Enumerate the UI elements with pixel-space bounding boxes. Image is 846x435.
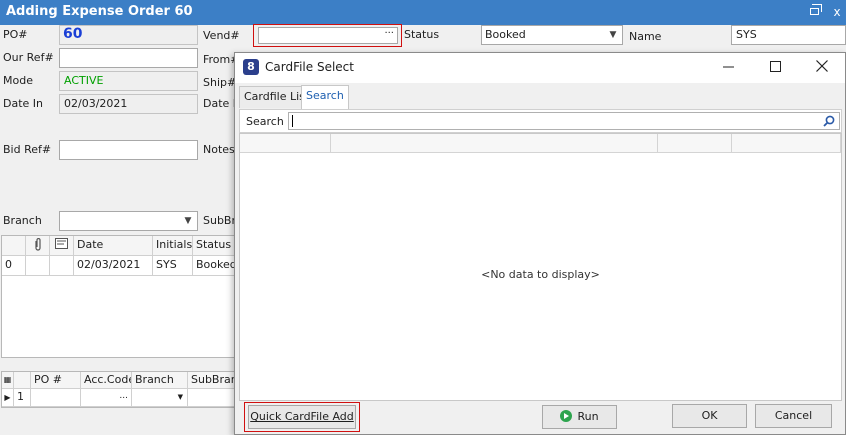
po-label: PO# <box>3 28 28 41</box>
run-button[interactable]: Run <box>542 405 617 429</box>
chevron-down-icon[interactable]: ▼ <box>178 393 183 401</box>
lines-grid: ▦ PO # Acc.Code Branch SubBranc ▶ 1 ... … <box>1 371 238 408</box>
our-ref-label: Our Ref# <box>3 51 54 64</box>
table-row-index[interactable]: 0 <box>2 256 26 276</box>
expand-icon[interactable]: ▦ <box>2 372 14 389</box>
no-data-message: <No data to display> <box>481 268 600 281</box>
table-cell-acc-code[interactable]: ... <box>81 389 132 407</box>
notes-icon <box>50 236 74 256</box>
table-cell-status[interactable]: Booked <box>193 256 237 276</box>
grid-header-acc-code[interactable]: Acc.Code <box>81 372 132 389</box>
notes-label: Notes <box>203 143 235 156</box>
app-icon: 8 <box>243 59 259 75</box>
tab-search[interactable]: Search <box>301 85 349 109</box>
maximize-icon[interactable] <box>765 58 785 78</box>
our-ref-input[interactable] <box>59 48 198 68</box>
run-label: Run <box>577 410 599 423</box>
date-in-field: 02/03/2021 <box>59 94 198 114</box>
results-grid: <No data to display> <box>239 133 842 401</box>
paperclip-icon <box>26 236 50 256</box>
restore-icon[interactable] <box>806 3 824 21</box>
status-select[interactable]: Booked ▼ <box>481 25 623 45</box>
close-icon[interactable] <box>812 58 832 78</box>
window-titlebar: Adding Expense Order 60 x <box>0 0 846 25</box>
close-icon[interactable]: x <box>828 3 846 21</box>
results-header-cell[interactable] <box>240 134 331 153</box>
vend-label: Vend# <box>203 29 240 42</box>
run-icon <box>560 410 573 422</box>
quick-cardfile-add-button[interactable]: Quick CardFile Add <box>248 405 356 429</box>
bid-ref-input[interactable] <box>59 140 198 160</box>
search-row: Search <box>239 109 842 133</box>
bid-ref-label: Bid Ref# <box>3 143 52 156</box>
grid-header-date[interactable]: Date <box>74 236 153 256</box>
grid-header-status[interactable]: Status <box>193 236 237 256</box>
search-icon[interactable] <box>823 115 835 127</box>
ellipsis-icon[interactable]: ··· <box>384 28 394 39</box>
status-value: Booked <box>485 28 526 41</box>
grid-header-branch[interactable]: Branch <box>132 372 188 389</box>
ok-button[interactable]: OK <box>672 404 747 428</box>
search-input[interactable] <box>288 112 840 130</box>
branch-label: Branch <box>3 214 42 227</box>
table-row-index[interactable]: 1 <box>14 389 31 407</box>
date-in-label: Date In <box>3 97 44 110</box>
status-label: Status <box>404 28 440 41</box>
branch-select[interactable]: ▼ <box>59 211 198 231</box>
cardfile-select-dialog: 8 CardFile Select Cardfile List Search S… <box>234 52 846 435</box>
dialog-title: CardFile Select <box>265 60 354 74</box>
minimize-icon[interactable] <box>718 58 738 78</box>
results-header-cell[interactable] <box>331 134 658 153</box>
ship-label: Ship# <box>203 76 237 89</box>
history-grid: Date Initials Status 0 02/03/2021 SYS Bo… <box>1 235 237 358</box>
table-cell-po[interactable] <box>31 389 81 407</box>
text-caret <box>292 115 293 127</box>
window-title: Adding Expense Order 60 <box>6 4 193 19</box>
grid-header <box>2 236 26 256</box>
table-cell-date[interactable]: 02/03/2021 <box>74 256 153 276</box>
po-number-field: 60 <box>59 25 198 45</box>
table-cell-branch[interactable]: ▼ <box>132 389 188 407</box>
chevron-down-icon[interactable]: ▼ <box>607 29 619 41</box>
grid-header-subbranch[interactable]: SubBranc <box>188 372 238 389</box>
cancel-button[interactable]: Cancel <box>755 404 832 428</box>
quick-add-label: Quick CardFile Add <box>250 410 354 423</box>
grid-header-initials[interactable]: Initials <box>153 236 193 256</box>
results-header-cell[interactable] <box>732 134 841 153</box>
table-cell-initials[interactable]: SYS <box>153 256 193 276</box>
search-label: Search <box>246 115 284 128</box>
name-input[interactable]: SYS <box>731 25 846 45</box>
table-cell[interactable] <box>50 256 74 276</box>
mode-label: Mode <box>3 74 33 87</box>
table-cell-subbranch[interactable] <box>188 389 238 407</box>
grid-header-po[interactable]: PO # <box>31 372 81 389</box>
table-cell[interactable] <box>26 256 50 276</box>
dialog-titlebar: 8 CardFile Select <box>235 53 845 83</box>
chevron-down-icon[interactable]: ▼ <box>182 215 194 227</box>
results-header-cell[interactable] <box>658 134 732 153</box>
mode-field: ACTIVE <box>59 71 198 91</box>
name-label: Name <box>629 30 662 43</box>
row-pointer-icon: ▶ <box>2 389 14 407</box>
vend-input[interactable]: ··· <box>258 27 398 44</box>
grid-header <box>14 372 31 389</box>
